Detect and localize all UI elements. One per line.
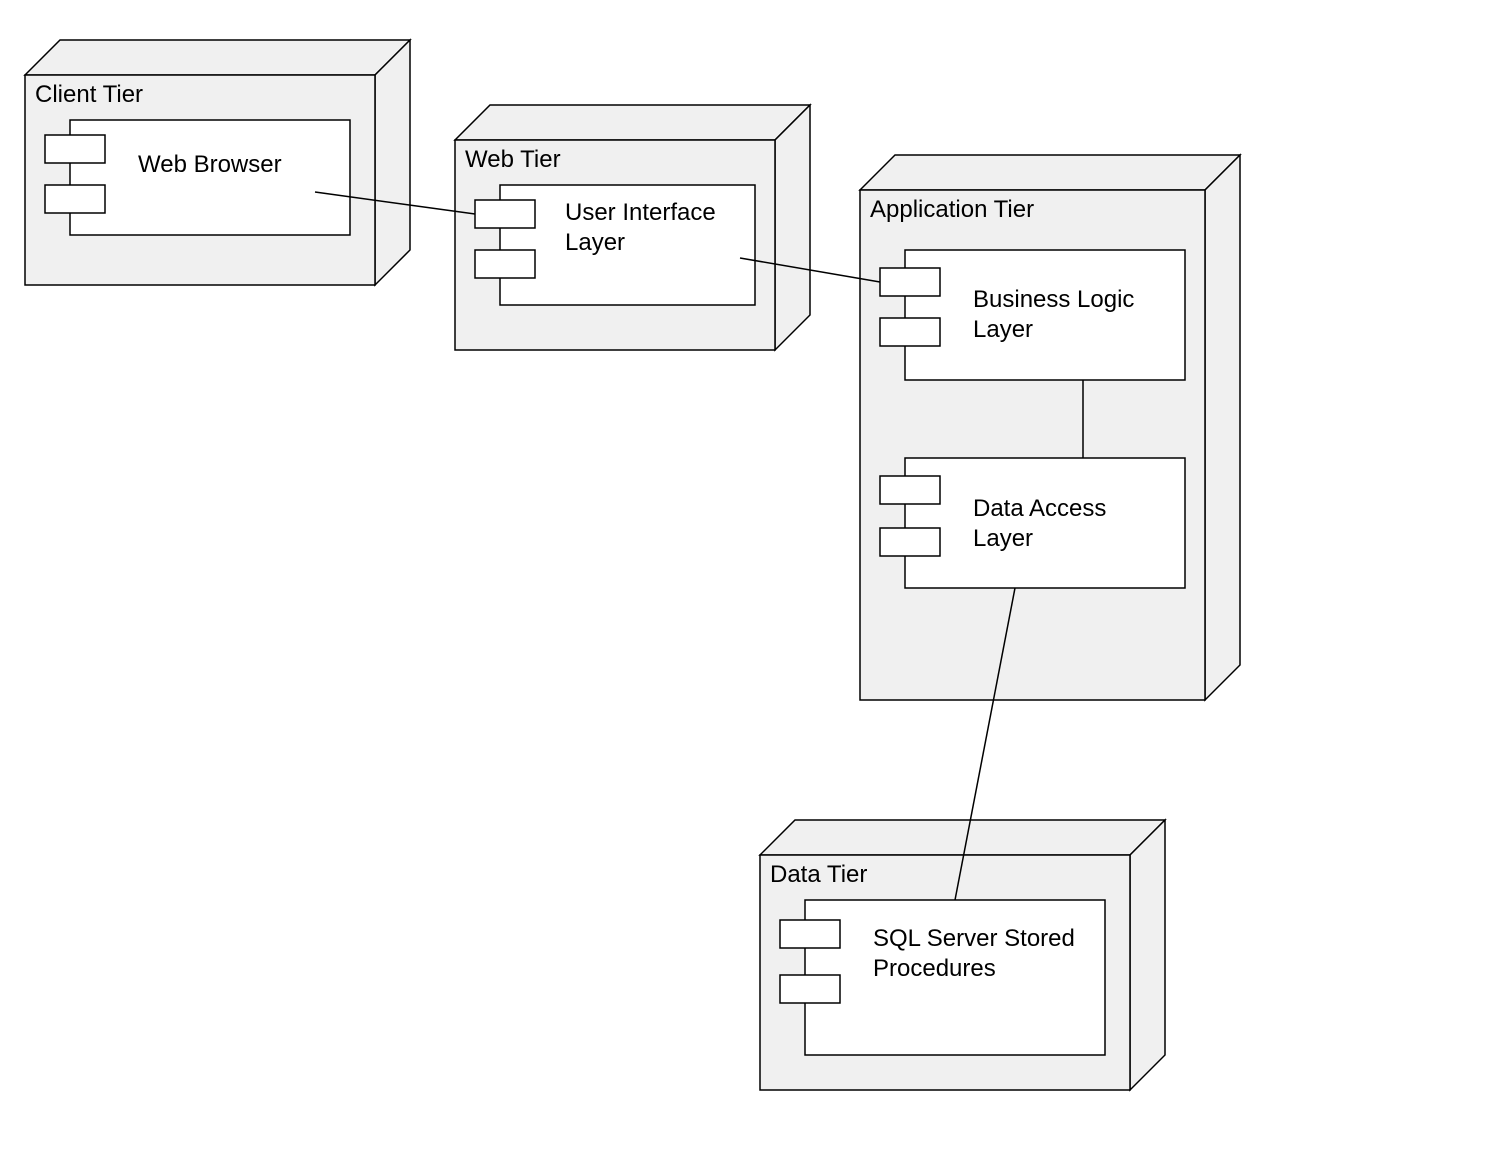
node-web-tier-label: Web Tier — [465, 146, 561, 173]
node-data-tier-label: Data Tier — [770, 861, 867, 888]
component-data-access-layer-label: Data Access Layer — [973, 495, 1106, 552]
deployment-diagram: Client Tier Web Tier Application Tier Da… — [0, 0, 1500, 1176]
component-user-interface-layer-label: User Interface Layer — [565, 199, 716, 256]
node-client-tier-label: Client Tier — [35, 81, 143, 108]
component-sql-server-stored-procedures-label: SQL Server Stored Procedures — [873, 925, 1075, 982]
component-business-logic-layer-label: Business Logic Layer — [973, 286, 1134, 343]
node-application-tier: Application Tier — [860, 155, 1240, 700]
component-sql-server-stored-procedures: SQL Server Stored Procedures — [780, 900, 1105, 1055]
component-business-logic-layer: Business Logic Layer — [880, 250, 1185, 380]
component-web-browser-label: Web Browser — [138, 151, 282, 178]
component-web-browser: Web Browser — [45, 120, 350, 235]
component-data-access-layer: Data Access Layer — [880, 458, 1185, 588]
component-user-interface-layer: User Interface Layer — [475, 185, 755, 305]
node-application-tier-label: Application Tier — [870, 196, 1034, 223]
